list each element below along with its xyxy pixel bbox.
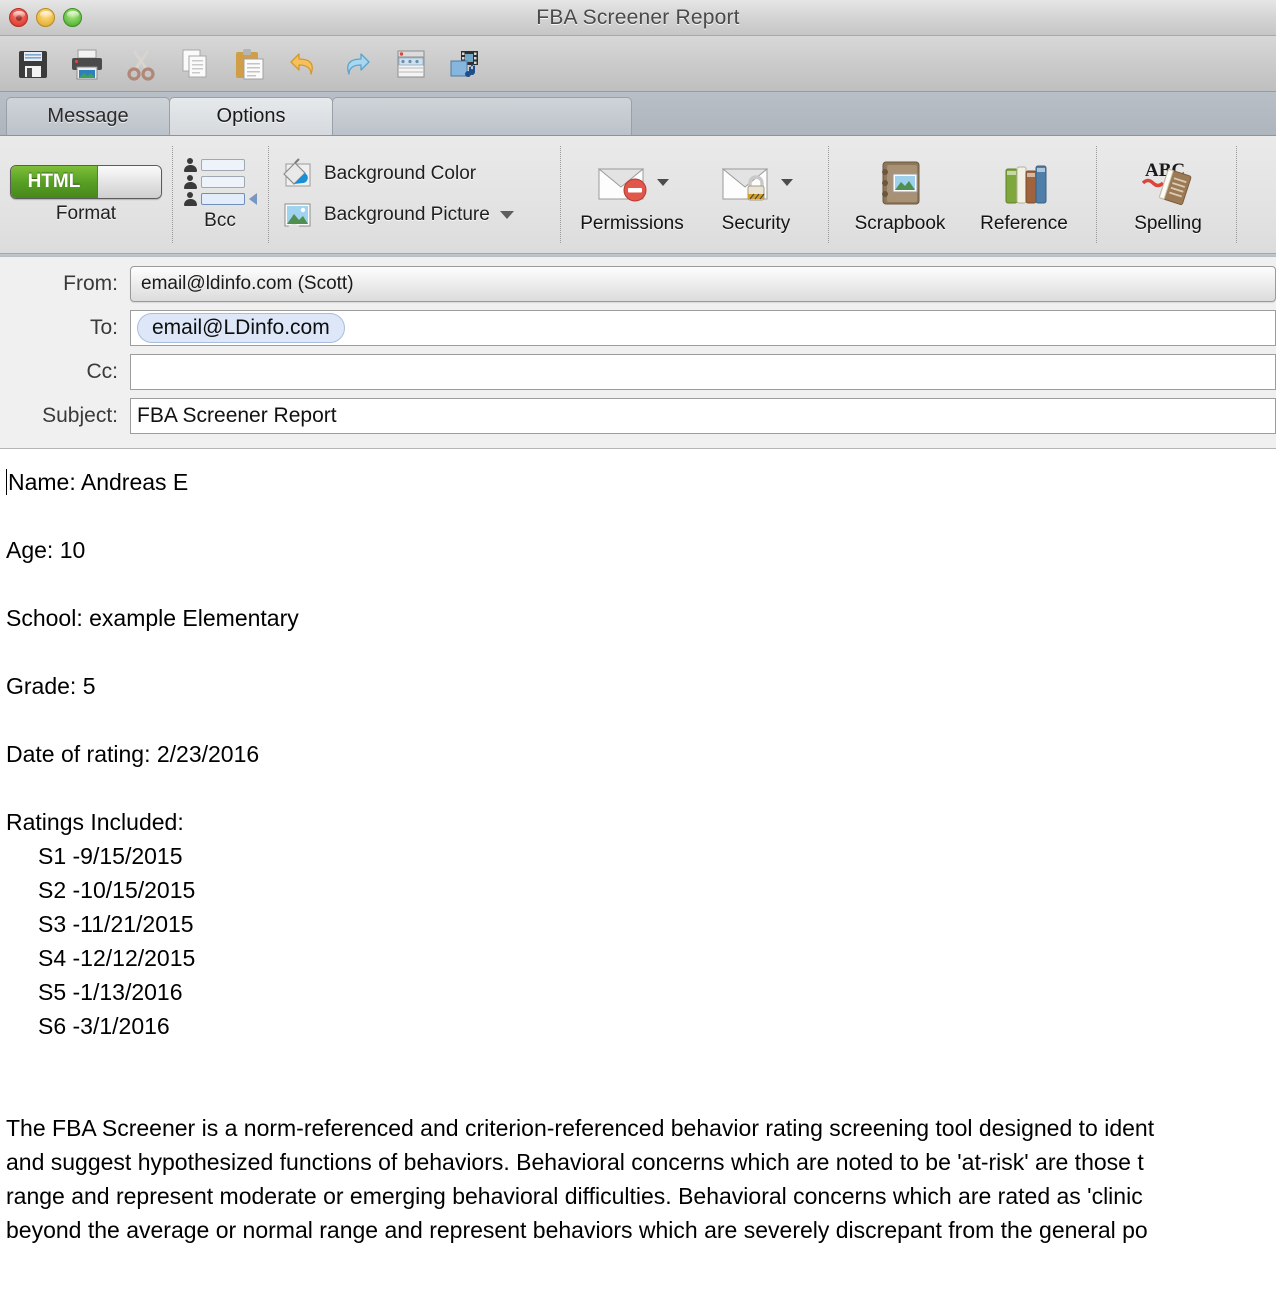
message-body[interactable]: Name: Andreas E Age: 10 School: example … (0, 449, 1276, 1277)
scrapbook-label: Scrapbook (855, 213, 946, 235)
copy-icon[interactable] (172, 42, 218, 86)
message-headers: From: email@ldinfo.com (Scott) To: email… (0, 254, 1276, 449)
paragraph-line: The FBA Screener is a norm-referenced an… (6, 1111, 1276, 1145)
security-button[interactable]: Security (694, 136, 818, 253)
paint-bucket-icon (280, 158, 314, 190)
from-account-selector[interactable]: email@ldinfo.com (Scott) (130, 266, 1276, 302)
background-picture-button[interactable]: Background Picture (280, 199, 514, 231)
spelling-button[interactable]: ABC Spelling (1106, 136, 1230, 253)
chevron-down-icon[interactable] (657, 179, 669, 186)
body-blank (6, 499, 1276, 533)
cc-label: Cc: (0, 360, 130, 384)
reference-icon (998, 159, 1050, 207)
to-label: To: (0, 316, 130, 340)
spelling-icon: ABC (1137, 158, 1199, 208)
print-icon[interactable] (64, 42, 110, 86)
bcc-group-label: Bcc (204, 210, 236, 232)
body-blank (6, 567, 1276, 601)
text-caret (6, 469, 7, 495)
toolbox-icon[interactable] (388, 42, 434, 86)
tab-options[interactable]: Options (169, 97, 333, 135)
security-label: Security (722, 213, 791, 235)
ribbon-group-background: Background Color Background Picture (268, 136, 560, 253)
format-group-label: Format (56, 203, 116, 225)
ribbon-group-mail-options: Permissions Security (560, 136, 828, 253)
rating-item: S3 -11/21/2015 (6, 907, 1276, 941)
permissions-button[interactable]: Permissions (570, 136, 694, 253)
body-line-name: Name: Andreas E (6, 465, 1276, 499)
scrapbook-button[interactable]: Scrapbook (838, 136, 962, 253)
reference-label: Reference (980, 213, 1068, 235)
bcc-icon (184, 158, 257, 206)
cc-input[interactable] (130, 354, 1276, 390)
ribbon-group-tools: Scrapbook Reference (828, 136, 1096, 253)
ribbon-divider (1230, 136, 1244, 253)
background-picture-label: Background Picture (324, 204, 490, 226)
body-line-age: Age: 10 (6, 533, 1276, 567)
cut-icon[interactable] (118, 42, 164, 86)
paragraph-line: and suggest hypothesized functions of be… (6, 1145, 1276, 1179)
media-browser-icon[interactable] (442, 42, 488, 86)
paragraph-line: beyond the average or normal range and r… (6, 1213, 1276, 1247)
spelling-label: Spelling (1134, 213, 1202, 235)
ribbon-group-proofing: ABC Spelling (1096, 136, 1254, 253)
picture-icon (280, 199, 314, 231)
redo-icon[interactable] (334, 42, 380, 86)
from-label: From: (0, 272, 130, 296)
scrapbook-icon (874, 159, 926, 207)
rating-item: S6 -3/1/2016 (6, 1009, 1276, 1043)
permissions-label: Permissions (580, 213, 683, 235)
body-blank (6, 1077, 1276, 1111)
body-line-school: School: example Elementary (6, 601, 1276, 635)
body-line-grade: Grade: 5 (6, 669, 1276, 703)
body-blank (6, 771, 1276, 805)
undo-icon[interactable] (280, 42, 326, 86)
paste-icon[interactable] (226, 42, 272, 86)
chevron-down-icon[interactable] (500, 211, 514, 219)
save-icon[interactable] (10, 42, 56, 86)
background-color-label: Background Color (324, 163, 476, 185)
permissions-icon (595, 161, 653, 205)
subject-input[interactable]: FBA Screener Report (130, 398, 1276, 434)
ribbon: HTML Format Bcc Background Color (0, 136, 1276, 254)
body-blank (6, 1043, 1276, 1077)
body-line-name-text: Name: Andreas E (8, 469, 188, 495)
to-input[interactable]: email@LDinfo.com (130, 310, 1276, 346)
body-line-ratings-heading: Ratings Included: (6, 805, 1276, 839)
html-toggle-label: HTML (11, 166, 97, 198)
to-row: To: email@LDinfo.com (0, 306, 1276, 350)
rating-item: S1 -9/15/2015 (6, 839, 1276, 873)
ribbon-group-format: HTML Format (0, 136, 172, 253)
paragraph-line: range and represent moderate or emerging… (6, 1179, 1276, 1213)
security-icon (719, 161, 777, 205)
body-line-date: Date of rating: 2/23/2016 (6, 737, 1276, 771)
chevron-down-icon[interactable] (781, 179, 793, 186)
rating-item: S4 -12/12/2015 (6, 941, 1276, 975)
title-bar: FBA Screener Report (0, 0, 1276, 36)
subject-label: Subject: (0, 404, 130, 428)
tab-spacer (332, 97, 632, 135)
tab-message[interactable]: Message (6, 97, 170, 135)
toggle-thumb (97, 166, 161, 198)
rating-item: S2 -10/15/2015 (6, 873, 1276, 907)
ribbon-group-bcc[interactable]: Bcc (172, 136, 268, 253)
html-format-toggle[interactable]: HTML (10, 165, 162, 199)
compose-window: FBA Screener Report (0, 0, 1276, 1316)
toolbar (0, 36, 1276, 92)
cc-row: Cc: (0, 350, 1276, 394)
recipient-token[interactable]: email@LDinfo.com (137, 313, 345, 343)
from-row: From: email@ldinfo.com (Scott) (0, 262, 1276, 306)
subject-row: Subject: FBA Screener Report (0, 394, 1276, 438)
body-blank (6, 635, 1276, 669)
window-title: FBA Screener Report (0, 6, 1276, 30)
rating-item: S5 -1/13/2016 (6, 975, 1276, 1009)
tab-strip: Message Options (0, 92, 1276, 136)
reference-button[interactable]: Reference (962, 136, 1086, 253)
background-color-button[interactable]: Background Color (280, 158, 476, 190)
body-blank (6, 703, 1276, 737)
